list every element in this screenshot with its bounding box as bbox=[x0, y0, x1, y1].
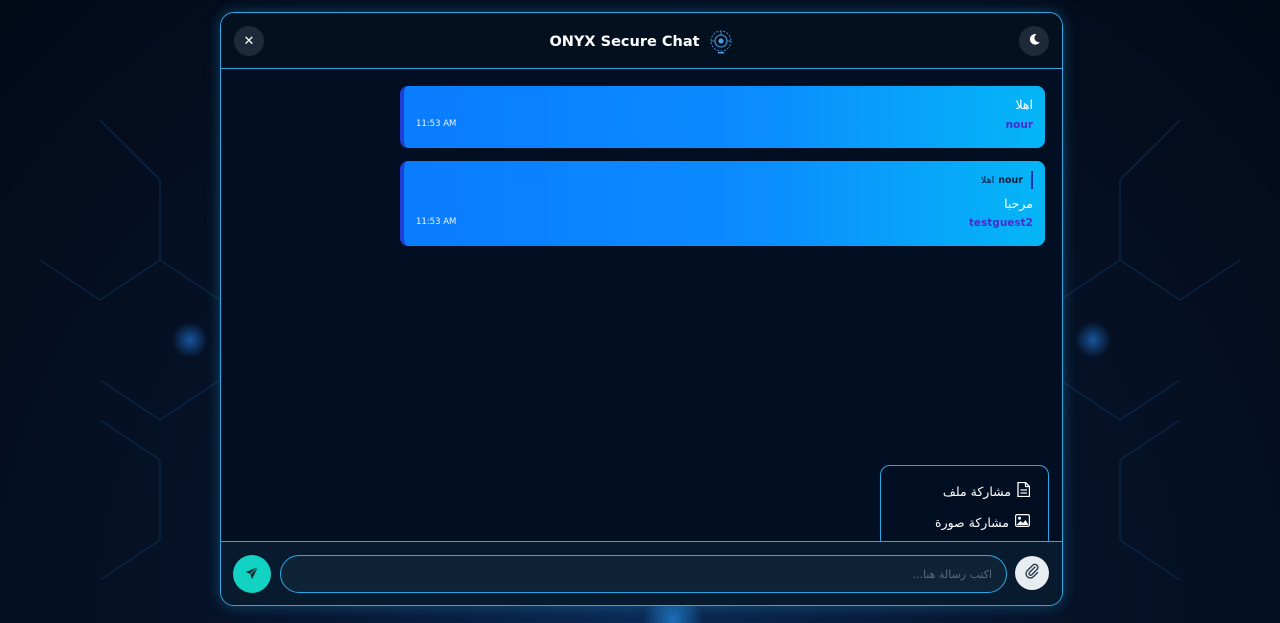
share-image-menu-item[interactable]: مشاركة صورة bbox=[935, 514, 1031, 530]
message-input[interactable] bbox=[280, 555, 1007, 593]
reply-quote-text: اهلا bbox=[980, 174, 995, 186]
send-button[interactable] bbox=[233, 555, 271, 593]
attach-button[interactable] bbox=[1015, 556, 1049, 590]
chat-window: ✕ ONYX Secure Chat اهلا nour 11:53 AM اه… bbox=[220, 12, 1063, 606]
header-title-group: ONYX Secure Chat bbox=[221, 29, 1062, 55]
message-bubble[interactable]: اهلا nour مرحبا testguest2 11:53 AM bbox=[400, 161, 1045, 246]
reply-quote[interactable]: اهلا nour bbox=[981, 171, 1033, 189]
composer-bar bbox=[221, 541, 1062, 605]
message-text: مرحبا bbox=[1004, 196, 1033, 211]
message-timestamp: 11:53 AM bbox=[416, 119, 457, 129]
message-username: testguest2 bbox=[968, 217, 1033, 229]
message-text: اهلا bbox=[1015, 97, 1033, 112]
moon-icon bbox=[1028, 33, 1041, 50]
message-bubble[interactable]: اهلا nour 11:53 AM bbox=[400, 86, 1045, 148]
send-icon bbox=[245, 565, 259, 584]
attach-menu: مشاركة ملف مشاركة صورة bbox=[880, 465, 1049, 549]
paperclip-icon bbox=[1025, 563, 1039, 583]
theme-toggle-button[interactable] bbox=[1019, 26, 1049, 56]
message-timestamp: 11:53 AM bbox=[416, 217, 457, 227]
image-icon bbox=[1015, 514, 1031, 530]
page-title: ONYX Secure Chat bbox=[549, 34, 700, 50]
message-username: nour bbox=[1005, 119, 1033, 131]
share-file-menu-item[interactable]: مشاركة ملف bbox=[942, 481, 1031, 500]
file-icon bbox=[1017, 481, 1031, 500]
chat-header: ✕ ONYX Secure Chat bbox=[221, 13, 1062, 69]
reply-quote-username: nour bbox=[998, 174, 1023, 186]
share-image-label: مشاركة صورة bbox=[935, 514, 1009, 530]
share-file-label: مشاركة ملف bbox=[942, 483, 1011, 499]
onyx-logo-icon bbox=[708, 29, 734, 55]
